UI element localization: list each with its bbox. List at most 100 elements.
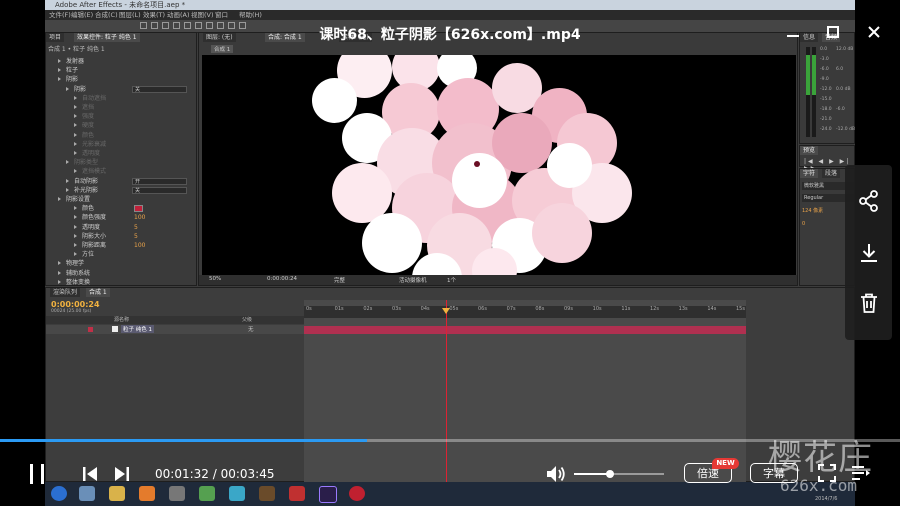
expand-triangle-icon[interactable] bbox=[58, 68, 61, 73]
effect-row[interactable]: 粒子 bbox=[46, 66, 196, 75]
ae-menu-composition[interactable]: 合成(C) bbox=[95, 10, 118, 20]
tab-character[interactable]: 字符 bbox=[800, 169, 819, 178]
expand-triangle-icon[interactable] bbox=[74, 252, 77, 257]
source-name-column[interactable]: 源名称 bbox=[114, 316, 129, 323]
expand-triangle-icon[interactable] bbox=[66, 86, 69, 91]
expand-triangle-icon[interactable] bbox=[74, 105, 77, 109]
volume-icon[interactable] bbox=[545, 463, 567, 485]
expand-triangle-icon[interactable] bbox=[74, 114, 77, 119]
viewer-camera[interactable]: 活动摄像机 bbox=[399, 276, 427, 284]
tab-preview[interactable]: 预览 bbox=[800, 146, 819, 155]
tab-paragraph[interactable]: 段落 bbox=[822, 169, 841, 178]
expand-triangle-icon[interactable] bbox=[58, 77, 61, 82]
ae-menu-help[interactable]: 帮助(H) bbox=[239, 10, 262, 20]
download-icon[interactable] bbox=[857, 241, 881, 265]
playhead-icon[interactable] bbox=[442, 308, 450, 314]
ae-menu-view[interactable]: 视图(V) bbox=[191, 10, 214, 20]
ae-menu-effect[interactable]: 效果(T) bbox=[143, 10, 165, 20]
comp-subtab[interactable]: 合成 1 bbox=[211, 45, 234, 53]
expand-triangle-icon[interactable] bbox=[74, 224, 77, 229]
expand-triangle-icon[interactable] bbox=[58, 59, 61, 63]
ae-menu-window[interactable]: 窗口 bbox=[215, 10, 228, 20]
pause-icon[interactable] bbox=[26, 462, 48, 486]
video-frame[interactable]: Adobe After Effects - 未命名项目.aep * 文件(F) … bbox=[45, 0, 855, 506]
effect-row[interactable]: 遮挡模式 bbox=[46, 167, 196, 176]
effect-row-value[interactable]: 5 bbox=[134, 223, 138, 232]
font-size-field[interactable]: 124 像素 bbox=[802, 207, 823, 214]
layer-parent[interactable]: 无 bbox=[248, 325, 254, 333]
shadow-color-swatch[interactable] bbox=[134, 205, 143, 213]
effect-row[interactable]: 光影衰减 bbox=[46, 140, 196, 149]
layer-color-label[interactable] bbox=[88, 327, 93, 332]
volume-handle[interactable] bbox=[606, 470, 614, 478]
delete-icon[interactable] bbox=[857, 291, 881, 315]
ae-menu-animation[interactable]: 动画(A) bbox=[167, 10, 190, 20]
effect-row[interactable]: 自动阴影 开 bbox=[46, 177, 196, 186]
effect-row-value[interactable]: 关 bbox=[132, 186, 187, 194]
ae-menu-edit[interactable]: 编辑(E) bbox=[71, 10, 93, 20]
effect-row[interactable]: 颜色 bbox=[46, 204, 196, 213]
tracking-field[interactable]: 0 bbox=[802, 221, 805, 227]
layer-row[interactable]: 粒子 纯色 1 无 bbox=[46, 325, 304, 334]
close-icon[interactable] bbox=[864, 22, 884, 42]
effect-row-value[interactable]: 100 bbox=[134, 213, 145, 222]
effect-row[interactable]: 方位 bbox=[46, 250, 196, 259]
maximize-icon[interactable] bbox=[823, 22, 843, 42]
expand-triangle-icon[interactable] bbox=[58, 270, 61, 275]
expand-triangle-icon[interactable] bbox=[66, 160, 69, 165]
expand-triangle-icon[interactable] bbox=[74, 123, 77, 128]
expand-triangle-icon[interactable] bbox=[58, 261, 61, 266]
effect-row[interactable]: 透明度 5 bbox=[46, 223, 196, 232]
timeline-current-time[interactable]: 0:00:00:24 bbox=[51, 300, 100, 309]
effect-row[interactable]: 强度 bbox=[46, 112, 196, 121]
effect-row[interactable]: 阴影类型 bbox=[46, 158, 196, 167]
parent-column[interactable]: 父级 bbox=[242, 316, 252, 323]
effect-row[interactable]: 补光阴影 关 bbox=[46, 186, 196, 195]
viewer-zoom[interactable]: 50% bbox=[209, 276, 221, 282]
viewer-quality[interactable]: 完整 bbox=[334, 276, 345, 284]
effect-row[interactable]: 阴影 bbox=[46, 75, 196, 84]
effect-row[interactable]: 透明度 bbox=[46, 149, 196, 158]
expand-triangle-icon[interactable] bbox=[66, 178, 69, 183]
expand-triangle-icon[interactable] bbox=[58, 197, 61, 201]
effect-row[interactable]: 阴影距离 100 bbox=[46, 241, 196, 250]
tab-render-queue[interactable]: 渲染队列 bbox=[50, 288, 81, 297]
effect-row[interactable]: 发射器 bbox=[46, 57, 196, 66]
share-icon[interactable] bbox=[857, 189, 881, 213]
effect-row-value[interactable]: 开 bbox=[132, 177, 187, 185]
expand-triangle-icon[interactable] bbox=[74, 169, 77, 174]
effect-row[interactable]: 辅助系统 bbox=[46, 269, 196, 278]
viewer-views[interactable]: 1个 bbox=[447, 276, 456, 284]
time-ruler[interactable]: 0s 01s 02s 03s 04s 05s 06s 07s 08s 09s 10s 11s 12s 13… bbox=[304, 306, 746, 318]
expand-triangle-icon[interactable] bbox=[74, 132, 77, 137]
volume-slider[interactable] bbox=[574, 470, 664, 478]
effect-row-value[interactable]: 100 bbox=[134, 241, 145, 250]
expand-triangle-icon[interactable] bbox=[74, 141, 77, 146]
next-icon[interactable] bbox=[112, 464, 132, 484]
effect-row[interactable]: 硬度 bbox=[46, 121, 196, 130]
effect-row[interactable]: 阴影大小 5 bbox=[46, 232, 196, 241]
effect-row[interactable]: 自动遮挡 bbox=[46, 94, 196, 103]
effect-row-value[interactable]: 关 bbox=[132, 85, 187, 93]
composition-viewer[interactable] bbox=[202, 55, 796, 275]
expand-triangle-icon[interactable] bbox=[74, 233, 77, 238]
emitter-point-icon[interactable] bbox=[474, 161, 480, 167]
layer-name[interactable]: 粒子 纯色 1 bbox=[121, 325, 154, 333]
ae-menu-file[interactable]: 文件(F) bbox=[49, 10, 71, 20]
expand-triangle-icon[interactable] bbox=[74, 95, 77, 100]
expand-triangle-icon[interactable] bbox=[74, 206, 77, 211]
effect-row[interactable]: 整体变换 bbox=[46, 278, 196, 287]
viewer-time[interactable]: 0:00:00:24 bbox=[267, 276, 297, 282]
tab-timeline-comp[interactable]: 合成 1 bbox=[86, 288, 110, 297]
expand-triangle-icon[interactable] bbox=[74, 151, 77, 155]
expand-triangle-icon[interactable] bbox=[66, 187, 69, 192]
minimize-icon[interactable] bbox=[783, 22, 803, 42]
previous-icon[interactable] bbox=[80, 464, 100, 484]
expand-triangle-icon[interactable] bbox=[58, 279, 61, 284]
effect-row-value[interactable]: 5 bbox=[134, 232, 138, 241]
effect-row[interactable]: 物理学 bbox=[46, 259, 196, 268]
effect-row[interactable]: 阴影 关 bbox=[46, 85, 196, 94]
expand-triangle-icon[interactable] bbox=[74, 215, 77, 220]
expand-triangle-icon[interactable] bbox=[74, 243, 77, 247]
ae-menu-layer[interactable]: 图层(L) bbox=[119, 10, 141, 20]
